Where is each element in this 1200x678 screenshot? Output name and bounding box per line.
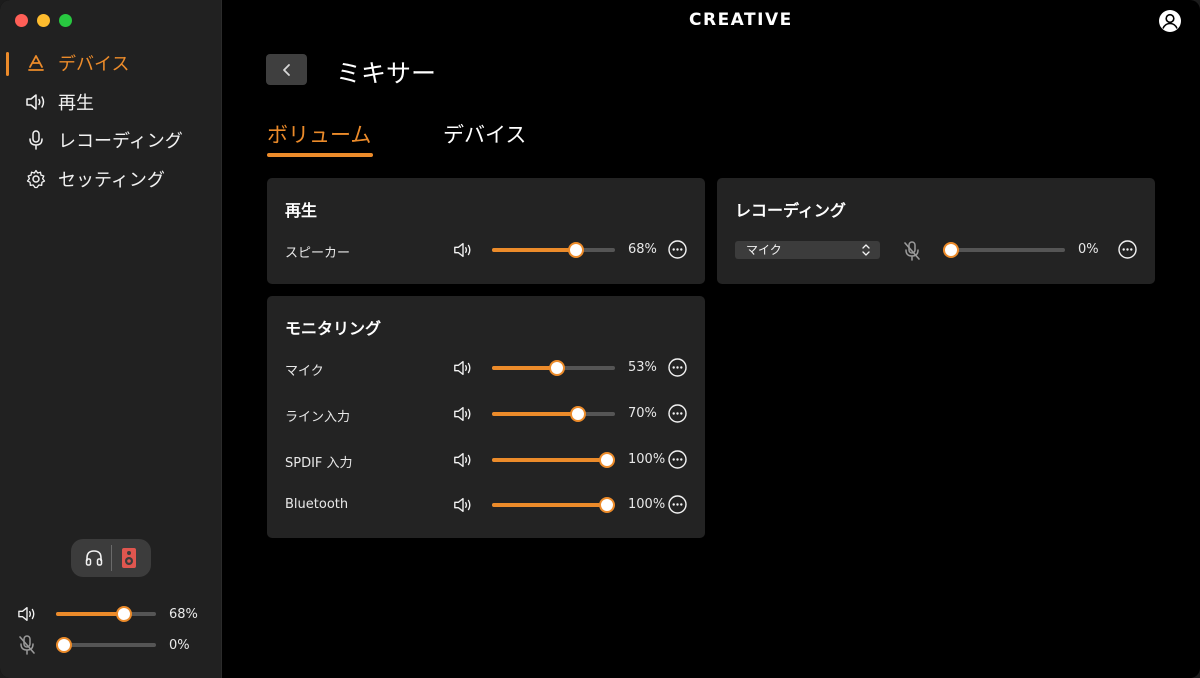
sidebar-item-label: 再生: [58, 92, 94, 114]
volume-slider[interactable]: [492, 452, 615, 468]
mixer-row: スピーカー 68%: [267, 240, 705, 261]
volume-percent: 0%: [1078, 242, 1099, 257]
slider-thumb[interactable]: [599, 452, 615, 468]
slider-thumb[interactable]: [56, 637, 72, 653]
device-icon: [25, 52, 47, 74]
recording-volume-slider[interactable]: [56, 637, 156, 653]
volume-slider[interactable]: [492, 360, 615, 376]
panel-title: モニタリング: [285, 319, 382, 338]
mixer-row: 0%: [717, 240, 1155, 261]
brand-logo: CREATIVE: [689, 10, 793, 30]
mixer-row: ライン入力 70%: [267, 404, 705, 425]
recording-volume-percent: 0%: [169, 637, 190, 653]
speaker-mute-icon[interactable]: [453, 404, 473, 424]
mixer-row: マイク 53%: [267, 358, 705, 379]
volume-slider[interactable]: [492, 242, 615, 258]
playback-volume-percent: 68%: [169, 606, 198, 622]
playback-panel: 再生 スピーカー 68%: [267, 178, 705, 284]
tab-devices[interactable]: デバイス: [443, 119, 526, 149]
sidebar-item-playback[interactable]: 再生: [0, 83, 222, 122]
more-options-icon[interactable]: [668, 358, 687, 377]
speaker-output-button[interactable]: [117, 546, 141, 570]
speaker-icon: [25, 91, 47, 113]
speaker-icon[interactable]: [16, 604, 38, 624]
window-controls: [15, 14, 72, 27]
headphones-output-button[interactable]: [82, 546, 106, 570]
slider-thumb[interactable]: [549, 360, 566, 376]
sidebar-item-label: デバイス: [58, 54, 130, 76]
panel-title: レコーディング: [735, 201, 846, 220]
volume-percent: 70%: [628, 406, 657, 421]
slider-thumb[interactable]: [570, 406, 587, 422]
more-options-icon[interactable]: [668, 404, 687, 423]
recording-panel: レコーディング マイク 0%: [717, 178, 1155, 284]
panel-title: 再生: [285, 201, 318, 220]
minimize-window-button[interactable]: [37, 14, 50, 27]
monitoring-panel: モニタリング マイク 53% ライン入力 70% SPDIF 入力 100% B…: [267, 296, 705, 538]
more-options-icon[interactable]: [668, 495, 687, 514]
microphone-icon: [25, 129, 47, 151]
volume-percent: 68%: [628, 242, 657, 257]
tab-volume[interactable]: ボリューム: [267, 119, 374, 157]
sidebar-nav: デバイス 再生 レコーディング セッティング: [0, 44, 222, 198]
volume-percent: 100%: [628, 497, 666, 512]
sidebar-playback-volume: 68%: [16, 604, 216, 624]
zoom-window-button[interactable]: [59, 14, 72, 27]
chevron-left-icon: [282, 63, 290, 76]
playback-volume-slider[interactable]: [56, 606, 156, 622]
slider-thumb[interactable]: [943, 242, 959, 258]
sidebar-item-settings[interactable]: セッティング: [0, 160, 222, 199]
volume-slider[interactable]: [943, 242, 1065, 258]
channel-label: マイク: [285, 364, 324, 379]
app-window: デバイス 再生 レコーディング セッティング 68% 0% CREATIVE ミ…: [0, 0, 1200, 678]
channel-label: スピーカー: [285, 246, 351, 261]
headphones-icon: [85, 550, 102, 566]
mic-muted-icon[interactable]: [902, 240, 922, 261]
sidebar-item-devices[interactable]: デバイス: [0, 44, 222, 83]
channel-label: ライン入力: [285, 410, 351, 425]
gear-icon: [25, 168, 47, 190]
page-title: ミキサー: [336, 59, 437, 88]
volume-percent: 100%: [628, 452, 666, 467]
mixer-row: SPDIF 入力 100%: [267, 450, 705, 471]
account-icon[interactable]: [1158, 9, 1182, 33]
sidebar-item-label: レコーディング: [58, 131, 183, 153]
slider-thumb[interactable]: [116, 606, 132, 622]
speaker-mute-icon[interactable]: [453, 450, 473, 470]
sidebar-item-label: セッティング: [58, 169, 165, 191]
volume-percent: 53%: [628, 360, 657, 375]
channel-label: Bluetooth: [285, 497, 349, 512]
slider-thumb[interactable]: [567, 242, 584, 258]
mic-muted-icon[interactable]: [16, 635, 38, 655]
more-options-icon[interactable]: [668, 240, 687, 259]
close-window-button[interactable]: [15, 14, 28, 27]
volume-slider[interactable]: [492, 406, 615, 422]
speaker-mute-icon[interactable]: [453, 240, 473, 260]
mixer-row: Bluetooth 100%: [267, 495, 705, 515]
sidebar-recording-volume: 0%: [16, 635, 216, 655]
toggle-divider: [110, 545, 112, 571]
slider-thumb[interactable]: [599, 497, 615, 513]
more-options-icon[interactable]: [1118, 240, 1137, 259]
channel-label: SPDIF 入力: [285, 456, 353, 471]
back-button[interactable]: [266, 54, 307, 85]
sidebar: デバイス 再生 レコーディング セッティング 68% 0%: [0, 0, 222, 678]
sidebar-item-recording[interactable]: レコーディング: [0, 121, 222, 160]
volume-slider[interactable]: [492, 497, 615, 513]
speaker-mute-icon[interactable]: [453, 358, 473, 378]
speaker-mute-icon[interactable]: [453, 495, 473, 515]
output-toggle: [71, 539, 151, 577]
more-options-icon[interactable]: [668, 450, 687, 469]
speaker-box-icon: [121, 548, 136, 568]
